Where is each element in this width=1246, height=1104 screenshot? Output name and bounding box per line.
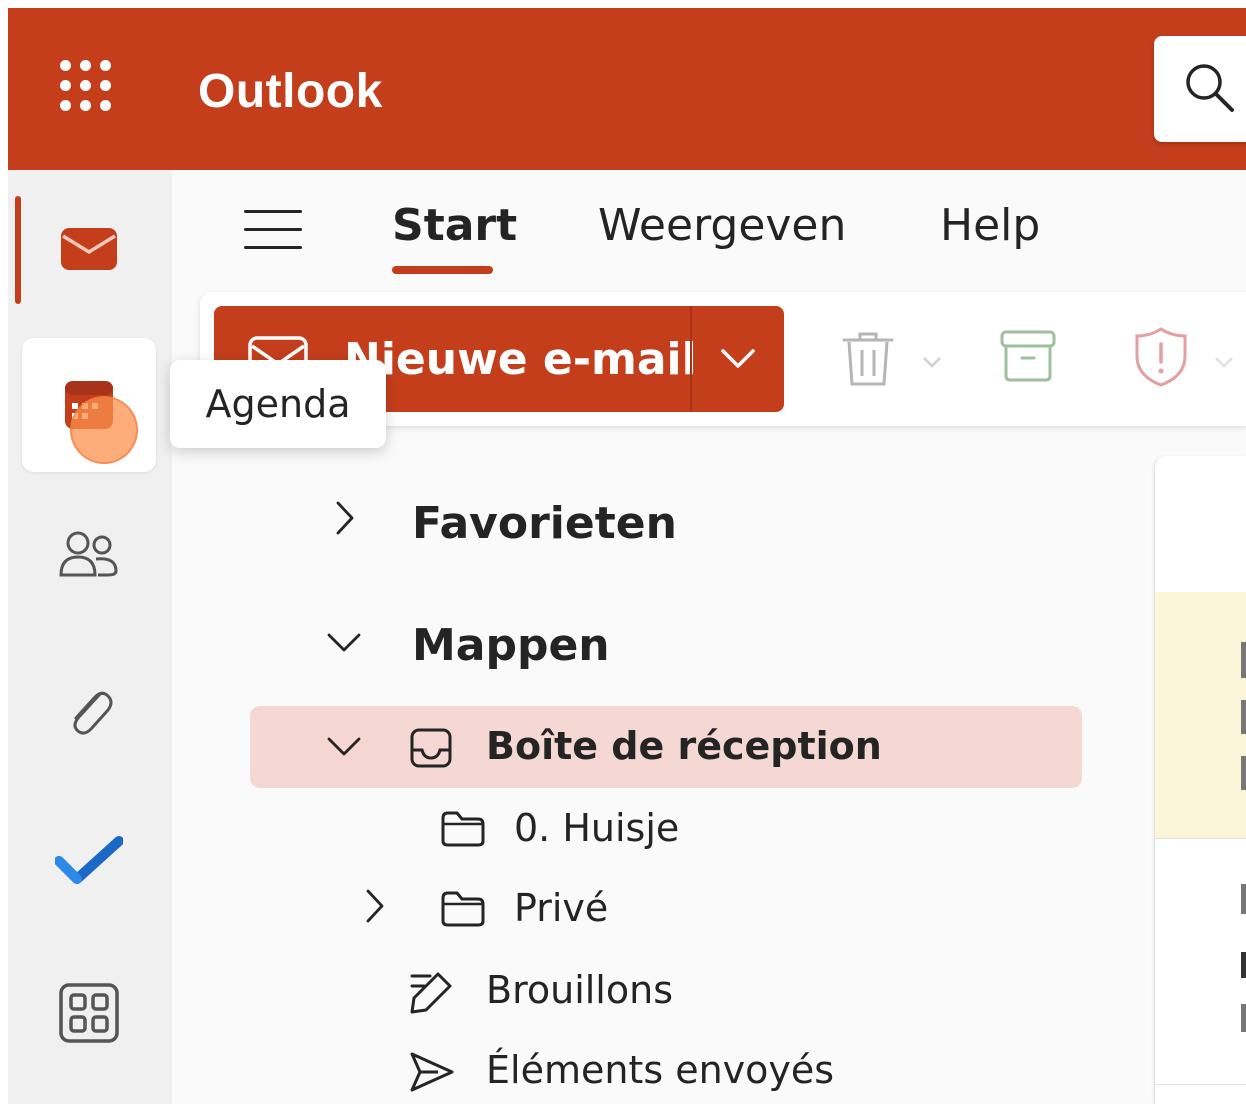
todo-check-icon	[55, 836, 123, 884]
paperclip-icon	[73, 691, 113, 735]
menu-icon[interactable]	[244, 206, 304, 254]
rail-item-apps[interactable]	[22, 946, 156, 1080]
chevron-down-icon[interactable]	[1214, 356, 1234, 368]
message-item-highlighted[interactable]	[1155, 592, 1246, 838]
folder-inbox[interactable]: Boîte de réception	[250, 706, 1082, 788]
search-icon	[1186, 64, 1234, 112]
rail-item-files[interactable]	[22, 644, 156, 778]
apps-grid-icon	[59, 983, 119, 1043]
message-list-pane	[1154, 456, 1246, 1104]
app-title[interactable]: Outlook	[198, 64, 383, 119]
chevron-right-icon[interactable]	[364, 888, 386, 924]
archive-icon[interactable]	[1000, 330, 1056, 382]
mail-icon	[61, 228, 117, 270]
chevron-right-icon[interactable]	[334, 500, 356, 536]
sent-icon	[410, 1052, 454, 1092]
folder-label: Boîte de réception	[486, 724, 882, 768]
people-icon	[59, 531, 118, 577]
delete-icon[interactable]	[840, 330, 896, 388]
active-indicator	[15, 196, 21, 304]
main-area: Start Weergeven Help Nieuwe e-mail Favor…	[172, 170, 1246, 1104]
new-mail-dropdown[interactable]	[692, 306, 784, 412]
chevron-down-icon	[721, 349, 755, 368]
report-icon[interactable]	[1134, 326, 1188, 388]
app-launcher-icon[interactable]	[60, 60, 130, 130]
chevron-down-icon[interactable]	[326, 736, 362, 758]
tab-help[interactable]: Help	[940, 200, 1040, 251]
rail-item-mail[interactable]	[22, 182, 156, 316]
folder-huisje[interactable]: 0. Huisje	[514, 806, 679, 850]
rail-item-todo[interactable]	[22, 796, 156, 930]
app-rail	[8, 170, 172, 1104]
active-tab-underline	[392, 266, 493, 274]
new-mail-label: Nieuwe e-mail	[344, 334, 697, 385]
rail-item-people[interactable]	[22, 488, 156, 622]
folder-brouillons[interactable]: Brouillons	[486, 968, 673, 1012]
inbox-icon	[410, 728, 452, 768]
click-indicator	[70, 396, 138, 464]
folder-elements-envoyes[interactable]: Éléments envoyés	[486, 1048, 834, 1092]
folders-heading[interactable]: Mappen	[412, 620, 610, 671]
rail-tooltip: Agenda	[170, 360, 386, 448]
folder-icon	[441, 891, 485, 927]
tab-weergeven[interactable]: Weergeven	[598, 200, 846, 251]
search-box[interactable]	[1154, 36, 1246, 142]
chevron-down-icon[interactable]	[922, 356, 942, 368]
chevron-down-icon[interactable]	[326, 632, 362, 654]
folder-icon	[441, 811, 485, 847]
app-header: Outlook	[8, 8, 1246, 170]
drafts-icon	[410, 972, 452, 1014]
tab-start[interactable]: Start	[392, 200, 517, 251]
folder-prive[interactable]: Privé	[514, 886, 608, 930]
favorites-heading[interactable]: Favorieten	[412, 498, 677, 549]
